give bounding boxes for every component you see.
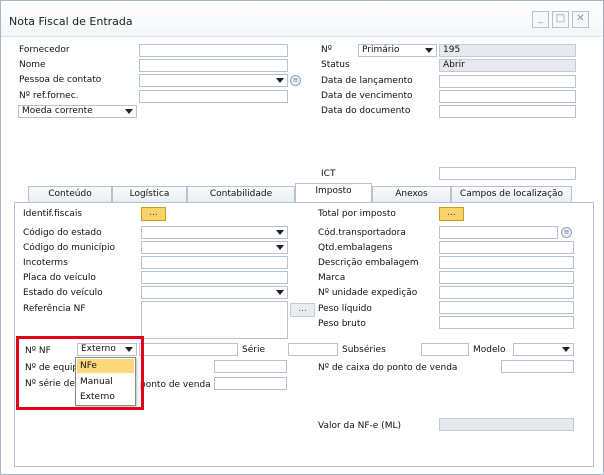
estado-veiculo-label: Estado do veículo [23,288,103,298]
no-nf-field[interactable] [139,343,238,356]
series-value: Primário [362,45,400,55]
fornecedor-label: Fornecedor [19,45,70,55]
codigo-estado-label: Código do estado [23,228,102,238]
invoice-window: Nota Fiscal de Entrada _ □ ✕ Fornecedor … [0,0,604,475]
chevron-down-icon [276,245,284,250]
placa-veiculo-field[interactable] [141,271,288,284]
data-vencimento-label: Data de vencimento [321,91,413,101]
doc-number-field[interactable]: 195 [439,44,576,57]
status-field: Abrir [439,59,576,72]
ict-label: ICT [321,169,336,179]
codigo-estado-select[interactable] [141,226,288,239]
referencia-nf-textarea[interactable] [141,301,288,339]
referencia-nf-browse-button[interactable]: ... [290,303,315,317]
peso-liquido-label: Peso líquido [318,304,372,314]
ict-field[interactable] [439,167,576,180]
caixa-pdv-label: Nº de caixa do ponto de venda [318,363,458,373]
referencia-nf-label: Referência NF [23,304,86,314]
cod-transportadora-field[interactable] [439,226,558,239]
tab-imposto[interactable]: Imposto [295,183,372,203]
chevron-down-icon [276,230,284,235]
data-vencimento-field[interactable] [439,90,576,103]
chevron-down-icon [425,48,433,53]
tab-anexos[interactable]: Anexos [372,186,451,202]
valor-nfe-field [439,418,574,431]
data-lancamento-field[interactable] [439,75,576,88]
unidade-expedicao-label: Nº unidade expedição [318,288,418,298]
codigo-municipio-label: Código do município [23,243,116,253]
data-documento-field[interactable] [439,105,576,118]
descricao-embalagem-field[interactable] [439,256,574,269]
data-lancamento-label: Data de lançamento [321,76,413,86]
peso-bruto-field[interactable] [439,316,574,329]
incoterms-field[interactable] [141,256,288,269]
qtd-embalagens-label: Qtd.embalagens [318,243,393,253]
placa-veiculo-label: Placa do veículo [23,273,96,283]
tab-contabilidade[interactable]: Contabilidade [187,186,295,202]
caixa-pdv-field[interactable] [501,360,574,373]
identif-fiscais-label: Identif.fiscais [23,209,83,219]
serie-field[interactable] [288,343,338,356]
modelo-select[interactable] [513,343,574,356]
info-circle-icon[interactable]: ≡ [561,227,572,238]
status-label: Status [321,60,350,70]
chevron-down-icon [562,347,570,352]
descricao-embalagem-label: Descrição embalagem [318,258,419,268]
valor-nfe-label: Valor da NF-e (ML) [318,421,401,431]
chevron-down-icon [276,78,284,83]
total-imposto-label: Total por imposto [318,209,396,219]
moeda-select[interactable]: Moeda corrente [18,105,137,118]
marca-field[interactable] [439,271,574,284]
identif-fiscais-button[interactable]: ... [141,207,166,221]
ref-fornec-label: Nº ref.fornec. [19,91,79,101]
marca-label: Marca [318,273,346,283]
no-equip-field[interactable] [214,360,287,373]
series-select[interactable]: Primário [358,44,437,57]
peso-bruto-label: Peso bruto [318,319,366,329]
unidade-expedicao-field[interactable] [439,286,574,299]
nome-field[interactable] [139,59,288,72]
serie-label: Série [242,345,265,355]
incoterms-label: Incoterms [23,258,68,268]
tab-campos-localizacao[interactable]: Campos de localização [451,186,572,202]
tab-conteudo[interactable]: Conteúdo [28,186,112,202]
chevron-down-icon [125,109,133,114]
pessoa-contato-select[interactable] [139,74,288,87]
subseries-label: Subséries [342,345,386,355]
estado-veiculo-select[interactable] [141,286,288,299]
ref-fornec-field[interactable] [139,90,288,103]
codigo-municipio-select[interactable] [141,241,288,254]
data-documento-label: Data do documento [321,106,411,116]
title-bar: Nota Fiscal de Entrada _ □ ✕ [1,1,603,37]
window-title: Nota Fiscal de Entrada [9,15,133,28]
peso-liquido-field[interactable] [439,301,574,314]
cod-transportadora-label: Cód.transportadora [318,228,406,238]
highlight-box [16,336,144,410]
subseries-field[interactable] [421,343,469,356]
pessoa-contato-label: Pessoa de contato [19,75,102,85]
moeda-label: Moeda corrente [22,106,93,116]
nome-label: Nome [19,60,46,70]
no-label: Nº [321,45,332,55]
no-serie-field[interactable] [214,377,287,390]
fornecedor-field[interactable] [139,44,288,57]
chevron-down-icon [276,290,284,295]
modelo-label: Modelo [473,345,506,355]
maximize-icon[interactable]: □ [552,11,569,28]
qtd-embalagens-field[interactable] [439,241,574,254]
close-icon[interactable]: ✕ [572,11,589,28]
total-imposto-button[interactable]: ... [439,207,464,221]
info-circle-icon[interactable]: ≡ [290,75,301,86]
minimize-icon[interactable]: _ [532,11,549,28]
tab-logistica[interactable]: Logística [112,186,187,202]
ponto-venda-label: ponto de venda [140,380,211,390]
